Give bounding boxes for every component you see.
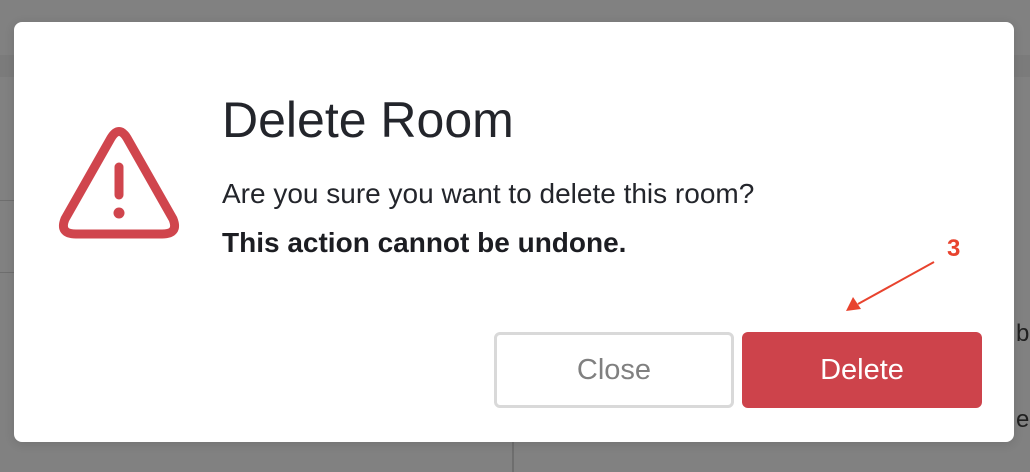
warning-triangle-icon (58, 127, 180, 239)
background-peek-text: e (1016, 408, 1030, 432)
background-column-divider (512, 442, 514, 472)
background-peek-text: b (1016, 322, 1030, 346)
delete-room-dialog: Delete Room Are you sure you want to del… (14, 22, 1014, 442)
background-divider (0, 272, 14, 273)
dialog-warning-text: This action cannot be undone. (222, 227, 627, 258)
dialog-title: Delete Room (222, 92, 514, 148)
background-divider (0, 200, 14, 201)
dialog-message: Are you sure you want to delete this roo… (222, 178, 755, 209)
annotation-step-number: 3 (947, 235, 961, 262)
delete-button[interactable]: Delete (742, 332, 982, 408)
close-button[interactable]: Close (494, 332, 734, 408)
